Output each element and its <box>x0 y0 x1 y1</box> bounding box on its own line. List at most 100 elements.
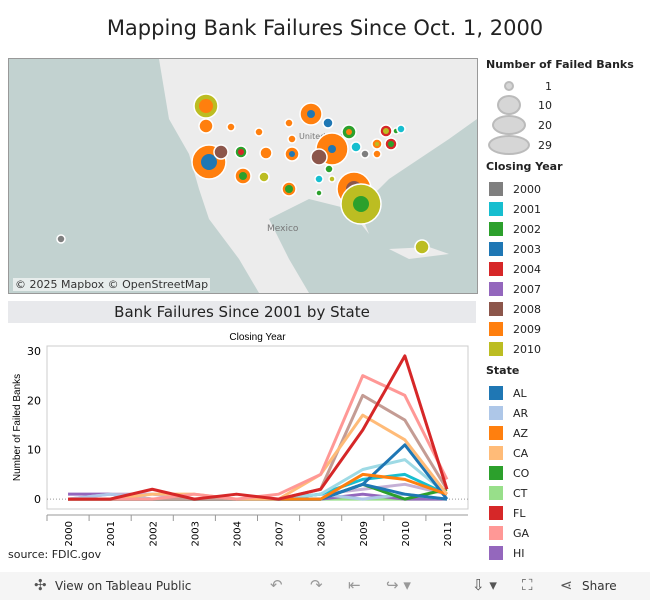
bank-failure-marker[interactable] <box>226 122 236 132</box>
revert-icon[interactable]: ⇤ <box>348 576 361 594</box>
redo-icon[interactable]: ↷ <box>310 576 323 594</box>
x-tick-label: 2010 <box>401 521 412 546</box>
x-tick-label: 2000 <box>64 521 75 546</box>
state_legend-item[interactable]: GA <box>486 523 529 543</box>
state_legend-item[interactable]: CT <box>486 483 529 503</box>
state_legend-item[interactable]: FL <box>486 503 529 523</box>
bank-failure-marker[interactable] <box>315 153 323 161</box>
color-swatch-icon <box>489 446 503 460</box>
size-circle-icon <box>497 95 521 115</box>
bank-failure-marker[interactable] <box>322 117 334 129</box>
x-tick-label: 2001 <box>106 521 117 546</box>
bank-failure-marker[interactable] <box>287 134 297 144</box>
bank-failure-marker[interactable] <box>324 164 334 174</box>
bank-failure-map[interactable]: United StatesMexico © 2025 Mapbox © Open… <box>8 58 478 294</box>
map-credit[interactable]: © 2025 Mapbox © OpenStreetMap <box>13 278 211 291</box>
bank-failure-marker[interactable] <box>258 171 270 183</box>
state_legend-item[interactable]: CA <box>486 443 529 463</box>
bank-failure-marker[interactable] <box>307 110 315 118</box>
size-legend-label: 20 <box>538 118 552 132</box>
x-tick-label: 2009 <box>359 521 370 546</box>
state_legend-item[interactable]: AZ <box>486 423 529 443</box>
bank-failure-marker[interactable] <box>201 154 217 170</box>
series-line-state[interactable] <box>68 393 449 501</box>
bank-failure-marker[interactable] <box>346 129 352 135</box>
download-icon[interactable]: ⇩ ▾ <box>472 576 497 594</box>
year_legend-item[interactable]: 2010 <box>486 339 563 359</box>
share-button[interactable]: Share <box>582 579 617 593</box>
size-legend-item: 1 <box>486 77 634 95</box>
color-swatch-icon <box>489 466 503 480</box>
bank-failure-marker[interactable] <box>328 175 336 183</box>
refresh-icon[interactable]: ↪ ▾ <box>386 576 411 594</box>
state_legend-item[interactable]: CO <box>486 463 529 483</box>
share-icon[interactable]: ⋖ <box>560 576 573 594</box>
size-legend-item: 20 <box>486 115 634 135</box>
toolbar: ✣ View on Tableau Public ↶ ↷ ⇤ ↪ ▾ ⇩ ▾ ⛶… <box>0 572 650 600</box>
bank-failure-marker[interactable] <box>56 234 66 244</box>
year_legend-item[interactable]: 2002 <box>486 219 563 239</box>
source-note: source: FDIC.gov <box>8 548 102 561</box>
bank-failure-marker[interactable] <box>238 149 244 155</box>
size-circle-icon <box>504 81 514 91</box>
legend-label: 2009 <box>513 322 541 336</box>
color-swatch-icon <box>489 262 503 276</box>
undo-icon[interactable]: ↶ <box>270 576 283 594</box>
color-swatch-icon <box>489 222 503 236</box>
state_legend-item[interactable]: HI <box>486 543 529 563</box>
color-swatch-icon <box>489 342 503 356</box>
fullscreen-icon[interactable]: ⛶ <box>522 576 533 594</box>
bank-failure-marker[interactable] <box>375 142 379 146</box>
legend-label: AZ <box>513 426 529 440</box>
bank-failure-marker[interactable] <box>284 118 294 128</box>
year_legend-item[interactable]: 2009 <box>486 319 563 339</box>
bank-failure-marker[interactable] <box>328 145 336 153</box>
bank-failure-marker[interactable] <box>388 141 394 147</box>
line-chart[interactable]: Closing Year 0 10 20 30 Number of Failed Bank… <box>0 326 476 546</box>
bank-failure-marker[interactable] <box>285 185 293 193</box>
bank-failure-marker[interactable] <box>289 151 295 157</box>
color-swatch-icon <box>489 322 503 336</box>
bank-failure-marker[interactable] <box>414 239 430 255</box>
year_legend-item[interactable]: 2008 <box>486 299 563 319</box>
bank-failure-marker[interactable] <box>353 196 369 212</box>
series-line-ga[interactable] <box>68 374 449 501</box>
color-swatch-icon <box>489 406 503 420</box>
bank-failure-marker[interactable] <box>213 144 229 160</box>
bank-failure-marker[interactable] <box>198 118 214 134</box>
size-legend-item: 10 <box>486 95 634 115</box>
size-legend-item: 29 <box>486 135 634 155</box>
year_legend-item[interactable]: 2001 <box>486 199 563 219</box>
bank-failure-marker[interactable] <box>396 124 406 134</box>
bank-failure-marker[interactable] <box>383 128 389 134</box>
bank-failure-marker[interactable] <box>360 149 370 159</box>
x-tick-label: 2003 <box>190 521 201 546</box>
view-on-tableau-link[interactable]: View on Tableau Public <box>55 579 191 593</box>
y-tick-label: 30 <box>27 345 41 358</box>
year_legend-item[interactable]: 2004 <box>486 259 563 279</box>
x-tick-label: 2008 <box>317 521 328 546</box>
legend-label: AR <box>513 406 529 420</box>
year_legend-item[interactable]: 2007 <box>486 279 563 299</box>
year_legend-item[interactable]: 2000 <box>486 179 563 199</box>
legend-label: FL <box>513 506 526 520</box>
year-legend-title: Closing Year <box>486 160 563 173</box>
bank-failure-marker[interactable] <box>199 99 213 113</box>
color-swatch-icon <box>489 302 503 316</box>
legend-label: 2003 <box>513 242 541 256</box>
bank-failure-marker[interactable] <box>239 172 247 180</box>
state_legend-item[interactable]: AL <box>486 383 529 403</box>
bank-failure-marker[interactable] <box>259 146 273 160</box>
bank-failure-marker[interactable] <box>350 141 362 153</box>
legend-label: 2007 <box>513 282 541 296</box>
chart-title: Closing Year <box>229 332 286 343</box>
bank-failure-marker[interactable] <box>314 174 324 184</box>
bank-failure-marker[interactable] <box>254 127 264 137</box>
bank-failure-marker[interactable] <box>372 149 382 159</box>
year_legend-item[interactable]: 2003 <box>486 239 563 259</box>
legend-label: 2000 <box>513 182 541 196</box>
state_legend-item[interactable]: AR <box>486 403 529 423</box>
size-legend-label: 1 <box>545 79 552 93</box>
bank-failure-marker[interactable] <box>315 189 323 197</box>
y-tick-label: 0 <box>34 493 41 506</box>
